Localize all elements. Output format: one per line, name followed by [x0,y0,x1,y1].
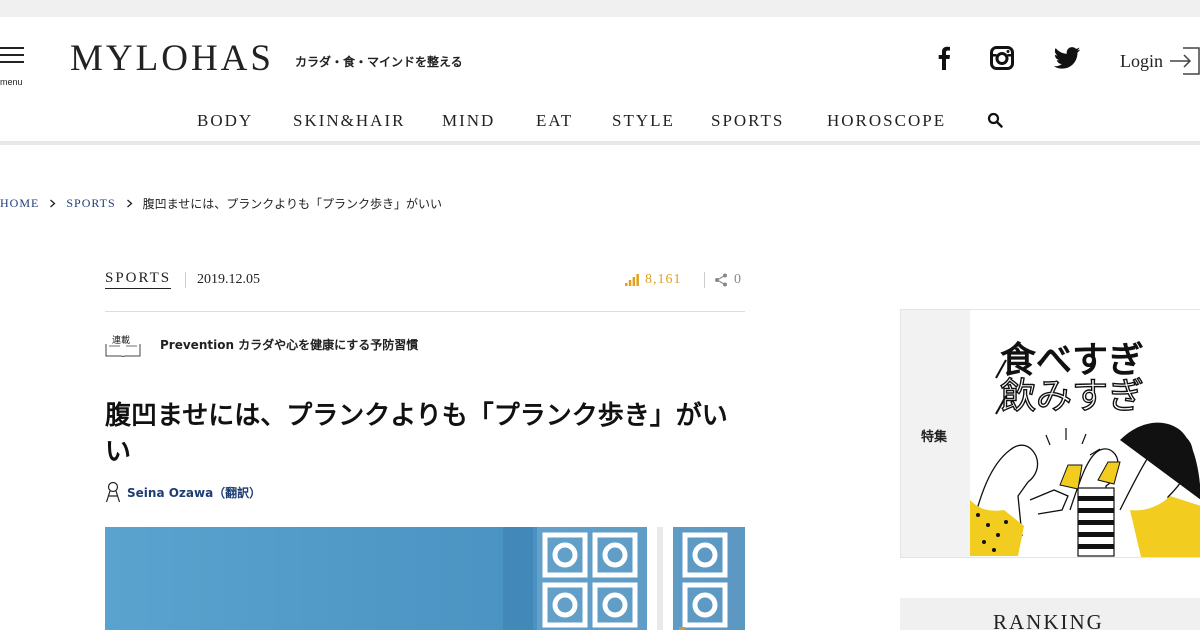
main-nav: BODY SKIN&HAIR MIND EAT STYLE SPORTS HOR… [0,109,1200,139]
facebook-icon [938,46,950,70]
banner-title-line2: 飲みすぎ [1000,376,1144,417]
article-date: 2019.12.05 [197,272,260,287]
series-link[interactable]: 連載 Prevention カラダや心を健康にする予防習慣 [105,333,745,357]
share-count[interactable]: 0 [714,270,741,290]
view-count-value: 8,161 [645,272,682,287]
meta-separator [105,311,745,312]
author-name[interactable]: Seina Ozawa（翻訳） [127,484,261,501]
menu-icon-bar [0,54,24,56]
share-count-value: 0 [734,272,741,287]
instagram-link[interactable] [988,45,1016,71]
login-button[interactable]: Login [1120,45,1200,77]
bar-chart-icon [625,274,639,286]
chevron-right-icon [50,199,56,207]
nav-item-body[interactable]: BODY [197,109,253,133]
view-count: 8,161 [625,270,682,290]
login-label: Login [1120,50,1163,71]
feature-label: 特集 [921,430,948,445]
nav-item-horoscope[interactable]: HOROSCOPE [827,109,946,133]
nav-item-sports[interactable]: SPORTS [711,109,784,133]
instagram-icon [990,46,1014,70]
facebook-link[interactable] [934,45,954,71]
series-title: Prevention カラダや心を健康にする予防習慣 [160,338,419,352]
feature-box[interactable]: 特集 食べすぎ 飲みすぎ [900,309,1200,558]
meta-divider [704,272,705,288]
menu-icon [0,47,24,49]
author-byline: Seina Ozawa（翻訳） [105,481,261,503]
nav-item-style[interactable]: STYLE [612,109,675,133]
twitter-link[interactable] [1052,45,1082,71]
breadcrumb-current: 腹凹ませには、プランクよりも「プランク歩き」がいい [142,196,443,211]
series-book-icon: 連載 [105,333,141,357]
nav-item-mind[interactable]: MIND [442,109,495,133]
login-arrow-icon [1170,47,1200,75]
menu-button[interactable]: menu [0,47,26,89]
breadcrumb-category[interactable]: SPORTS [66,196,115,211]
nav-item-eat[interactable]: EAT [536,109,573,133]
author-icon [105,481,121,503]
article-hero-image [105,527,745,630]
banner-title-line1: 食べすぎ [1000,340,1144,381]
article-meta: SPORTS 2019.12.05 8,161 0 [105,268,745,294]
hero-photo [105,527,745,630]
feature-banner[interactable]: 食べすぎ 飲みすぎ [969,310,1200,557]
twitter-icon [1053,47,1081,69]
menu-label: menu [0,77,23,87]
share-icon [715,273,727,287]
open-book-icon [105,344,141,357]
nav-item-skin-hair[interactable]: SKIN&HAIR [293,109,405,133]
ranking-header: RANKING [900,598,1200,630]
article-title: 腹凹ませには、プランクよりも「プランク歩き」がいい [105,401,728,467]
breadcrumb: HOME SPORTS 腹凹ませには、プランクよりも「プランク歩き」がいい [0,195,442,211]
article-category-link[interactable]: SPORTS [105,270,172,289]
breadcrumb-home[interactable]: HOME [0,196,39,211]
chevron-right-icon [126,199,133,207]
site-tagline: カラダ・食・マインドを整える [295,55,463,69]
menu-icon-bar [0,61,24,63]
search-icon[interactable] [987,112,1003,128]
ranking-title: RANKING [993,610,1104,630]
site-header: menu MYLOHAS カラダ・食・マインドを整える Login BODY S… [0,17,1200,144]
header-divider [0,141,1200,145]
meta-divider [185,272,186,288]
top-strip [0,0,1200,17]
feature-banner-art: 食べすぎ 飲みすぎ [969,340,1200,557]
site-logo[interactable]: MYLOHAS [70,39,274,79]
